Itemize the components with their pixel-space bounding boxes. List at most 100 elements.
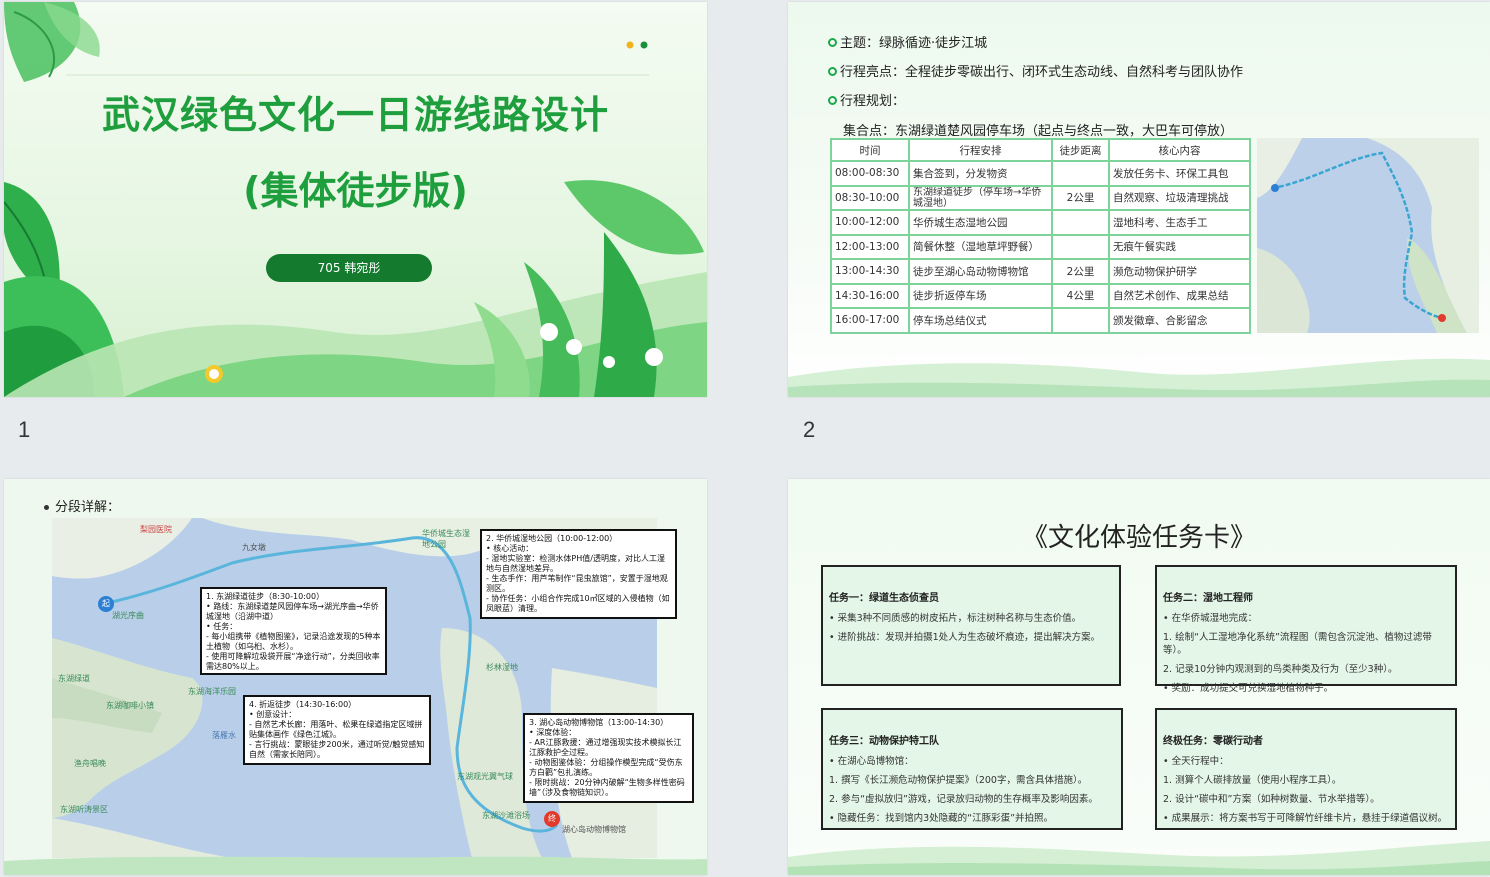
map-label: 梨园医院 — [140, 525, 172, 534]
task-card-4: 终极任务：零碳行动者 • 全天行程中： 1. 测算个人碳排放量（使用小程序工具）… — [1155, 708, 1457, 830]
task-card-1: 任务一：绿道生态侦查员 • 采集3种不同质感的树皮拓片，标注树种名称与生态价值。… — [821, 565, 1121, 686]
task-card-line: 1. 撰写《长江濒危动物保护提案》（200字，需含具体措施）。 — [829, 775, 1088, 786]
cell-content: 自然观察、垃圾清理挑战 — [1108, 184, 1251, 211]
note-line: - 限时挑战：20分钟内破解“生物多样性密码墙”（涉及食物链知识）。 — [529, 778, 685, 797]
slide-1-subtitle: (集体徒步版) — [243, 169, 468, 213]
cell-schedule: 简餐休整（湿地草坪野餐） — [908, 233, 1053, 260]
map-label: 杉林湿地 — [486, 663, 518, 672]
cell-distance: 4公里 — [1051, 282, 1110, 309]
task-card-line: 2. 设计“碳中和”方案（如种树数量、节水举措等）。 — [1163, 794, 1380, 805]
note-line: • 路线：东湖绿道楚风园停车场→湖光序曲→华侨城湿地（沿湖中道） — [206, 602, 379, 621]
task-card-line: • 隐藏任务：找到馆内3处隐藏的“江豚彩蛋”并拍照。 — [829, 813, 1054, 824]
note-line: • 创意设计： — [249, 710, 297, 719]
circle-bullet-icon — [828, 38, 837, 47]
note-line: - 自然艺术长廊：用落叶、松果在绿道指定区域拼贴集体画作《绿色江城》。 — [249, 720, 423, 739]
end-marker-icon: 终 — [544, 811, 560, 827]
header-time: 时间 — [830, 138, 910, 162]
segment-note-4: 4. 折返徒步（14:30-16:00） • 创意设计： - 自然艺术长廊：用落… — [243, 695, 431, 765]
bullet-planning: 行程规划： — [828, 90, 905, 109]
note-title: 3. 湖心岛动物博物馆（13:00-14:30） — [529, 718, 669, 727]
cell-distance — [1051, 160, 1110, 187]
slide-1-title: 武汉绿色文化一日游线路设计 — [101, 93, 609, 137]
cell-time: 14:30-16:00 — [830, 282, 910, 309]
task-card-line: • 成果展示：将方案书写于可降解竹纤维卡片，悬挂于绿道倡议树。 — [1163, 813, 1448, 824]
cell-time: 16:00-17:00 — [830, 307, 910, 334]
slide-4-thumbnail[interactable]: 《文化体验任务卡》 任务一：绿道生态侦查员 • 采集3种不同质感的树皮拓片，标注… — [788, 479, 1490, 875]
note-line: • 任务： — [206, 622, 238, 631]
table-row: 12:00-13:00 简餐休整（湿地草坪野餐） 无痕午餐实践 — [830, 233, 1251, 260]
task-card-line: • 在湖心岛博物馆： — [829, 756, 914, 767]
cell-schedule: 徒步折返停车场 — [908, 282, 1053, 309]
slide-2-thumbnail[interactable]: 主题：绿脉循迹·徒步江城 行程亮点：全程徒步零碳出行、闭环式生态动线、自然科考与… — [788, 2, 1490, 397]
cell-distance — [1051, 233, 1110, 260]
cell-content: 发放任务卡、环保工具包 — [1108, 160, 1251, 187]
task-card-line: • 奖励：成功提交可兑换湿地植物种子。 — [1163, 683, 1334, 694]
map-label: 华侨城生态湿地公园 — [422, 529, 470, 549]
bullet-highlights: 行程亮点：全程徒步零碳出行、闭环式生态动线、自然科考与团队协作 — [828, 61, 1243, 80]
cell-schedule: 东湖绿道徒步（停车场→华侨城湿地） — [908, 184, 1053, 211]
note-line: - 动物图鉴体验：分组操作模型完成“受伤东方白鹳”包扎演练。 — [529, 758, 683, 777]
map-label: 落雁水 — [212, 731, 236, 740]
slide-3-thumbnail[interactable]: 分段详解： 梨园医院 九女墩 华侨城生态湿地公园 湖光序曲 东湖绿道 东湖海洋乐… — [4, 479, 707, 875]
segment-note-2: 2. 华侨城湿地公园（10:00-12:00） • 核心活动： - 湿地实验室：… — [480, 529, 677, 619]
map-label: 东湖沙滩浴场 — [482, 811, 530, 820]
cell-time: 13:00-14:30 — [830, 258, 910, 285]
table-row: 08:00-08:30 集合签到，分发物资 发放任务卡、环保工具包 — [830, 160, 1251, 187]
map-label: 东湖绿道 — [58, 674, 90, 683]
segment-note-3: 3. 湖心岛动物博物馆（13:00-14:30） • 深度体验： - AR江豚救… — [523, 713, 694, 803]
note-line: - AR江豚救援：通过增强现实技术模拟长江江豚救护全过程。 — [529, 738, 682, 757]
task-card-line: 2. 记录10分钟内观测到的鸟类种类及行为（至少3种）。 — [1163, 664, 1398, 675]
note-line: - 使用可降解垃圾袋开展“净途行动”，分类回收率需达80%以上。 — [206, 652, 380, 671]
cell-schedule: 停车场总结仪式 — [908, 307, 1053, 334]
task-card-heading: 《文化体验任务卡》 — [1021, 523, 1256, 553]
note-line: - 每小组携带《植物图鉴》，记录沿途发现的5种本土植物（如乌桕、水杉）。 — [206, 632, 381, 651]
header-schedule: 行程安排 — [908, 138, 1053, 162]
map-label: 东湖海洋乐园 — [188, 687, 236, 696]
cell-schedule: 徒步至湖心岛动物博物馆 — [908, 258, 1053, 285]
route-map-thumbnail — [1257, 138, 1479, 333]
cell-content: 颁发徽章、合影留念 — [1108, 307, 1251, 334]
slide-2-hills — [788, 358, 1490, 397]
cell-schedule: 集合签到，分发物资 — [908, 160, 1053, 187]
task-card-title: 任务一：绿道生态侦查员 — [829, 593, 939, 604]
start-marker-icon: 起 — [98, 596, 114, 612]
note-line: - 言行挑战：蒙眼徒步200米，通过听觉/触觉感知自然（需家长陪同）。 — [249, 740, 425, 759]
slide-4-hills — [788, 841, 1490, 875]
cell-content: 濒危动物保护研学 — [1108, 258, 1251, 285]
circle-bullet-icon — [828, 67, 837, 76]
map-label: 东湖观光翼气球 — [457, 772, 513, 781]
cell-time: 12:00-13:00 — [830, 233, 910, 260]
note-line: - 湿地实验室：检测水体PH值/透明度，对比人工湿地与自然湿地差异。 — [486, 554, 665, 573]
cell-distance — [1051, 307, 1110, 334]
task-card-title: 任务二：湿地工程师 — [1163, 593, 1253, 604]
map-label: 湖光序曲 — [112, 611, 144, 620]
slide-number-1: 1 — [18, 417, 31, 442]
segment-note-1: 1. 东湖绿道徒步（8:30-10:00） • 路线：东湖绿道楚风园停车场→湖光… — [200, 587, 387, 675]
map-label: 九女墩 — [242, 543, 266, 552]
note-line: • 核心活动： — [486, 544, 534, 553]
task-card-title: 终极任务：零碳行动者 — [1163, 736, 1263, 747]
cell-distance — [1051, 209, 1110, 236]
bullet-theme: 主题：绿脉循迹·徒步江城 — [828, 32, 987, 51]
task-card-line: 2. 参与“虚拟放归”游戏，记录放归动物的生存概率及影响因素。 — [829, 794, 1098, 805]
task-card-line: • 全天行程中： — [1163, 756, 1229, 767]
note-line: - 生态手作：用芦苇制作“昆虫旅馆”，安置于湿地观测区。 — [486, 574, 668, 593]
header-distance: 徒步距离 — [1051, 138, 1110, 162]
task-card-line: • 在华侨城湿地完成： — [1163, 613, 1258, 624]
cell-time: 10:00-12:00 — [830, 209, 910, 236]
segment-heading: 分段详解： — [44, 496, 120, 515]
slide-3-hills — [4, 856, 707, 875]
meeting-point: 集合点：东湖绿道楚风园停车场（起点与终点一致，大巴车可停放） — [843, 124, 1234, 139]
table-row: 13:00-14:30 徒步至湖心岛动物博物馆 2公里 濒危动物保护研学 — [830, 258, 1251, 285]
cell-time: 08:00-08:30 — [830, 160, 910, 187]
cell-content: 无痕午餐实践 — [1108, 233, 1251, 260]
note-title: 4. 折返徒步（14:30-16:00） — [249, 700, 357, 709]
map-label: 东湖听涛景区 — [60, 805, 108, 814]
itinerary-table: 时间 行程安排 徒步距离 核心内容 08:00-08:30 集合签到，分发物资 发放… — [830, 138, 1251, 334]
map-label: 渔舟唱晚 — [74, 759, 106, 768]
note-line: • 深度体验： — [529, 728, 577, 737]
task-card-line: • 进阶挑战：发现并拍摄1处人为生态破坏痕迹，提出解决方案。 — [829, 632, 1101, 643]
cell-distance: 2公里 — [1051, 184, 1110, 211]
table-row: 08:30-10:00 东湖绿道徒步（停车场→华侨城湿地） 2公里 自然观察、垃圾清理… — [830, 184, 1251, 211]
slide-1-thumbnail[interactable]: 武汉绿色文化一日游线路设计 (集体徒步版) 705 韩宛彤 — [4, 2, 707, 397]
